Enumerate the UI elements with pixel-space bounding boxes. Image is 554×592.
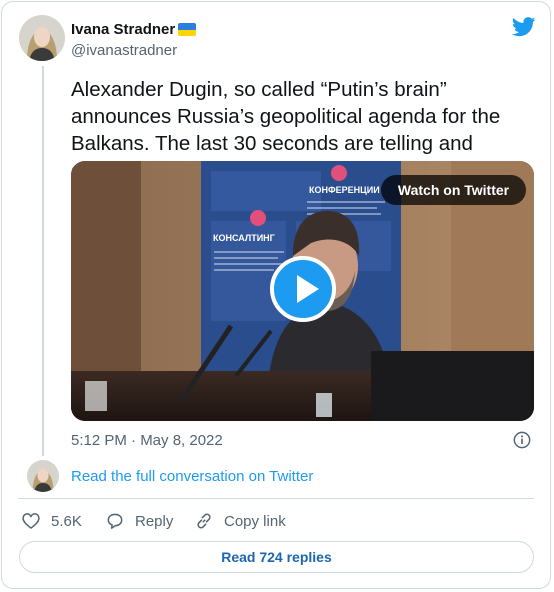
read-replies-button[interactable]: Read 724 replies: [19, 541, 534, 573]
poster-label-consulting: КОНСАЛТИНГ: [213, 233, 275, 243]
reply-button[interactable]: Reply: [105, 511, 173, 531]
play-icon[interactable]: [270, 256, 336, 322]
read-full-conversation-link[interactable]: Read the full conversation on Twitter: [71, 468, 313, 485]
author-handle[interactable]: @ivanastradner: [71, 42, 177, 59]
heart-icon: [22, 513, 40, 530]
divider: [18, 498, 534, 499]
tweet-timestamp[interactable]: 5:12 PM · May 8, 2022: [71, 432, 223, 449]
poster-label-conferences: КОНФЕРЕНЦИИ: [309, 185, 380, 195]
info-icon[interactable]: [513, 431, 531, 449]
link-icon: [197, 513, 211, 529]
ukraine-flag-icon: [178, 23, 197, 36]
like-button[interactable]: 5.6K: [21, 511, 82, 531]
conversation-avatar[interactable]: [27, 460, 59, 492]
copy-link-label: Copy link: [224, 512, 286, 530]
twitter-bird-icon[interactable]: [512, 16, 536, 38]
reply-bubble-icon: [107, 513, 123, 529]
copy-link-button[interactable]: Copy link: [194, 511, 286, 531]
author-avatar[interactable]: [19, 15, 65, 61]
watch-on-twitter-button[interactable]: Watch on Twitter: [381, 175, 526, 205]
like-count: 5.6K: [51, 512, 82, 530]
reply-label: Reply: [135, 512, 174, 530]
thread-line: [42, 66, 44, 456]
author-name[interactable]: Ivana Stradner: [71, 21, 197, 38]
